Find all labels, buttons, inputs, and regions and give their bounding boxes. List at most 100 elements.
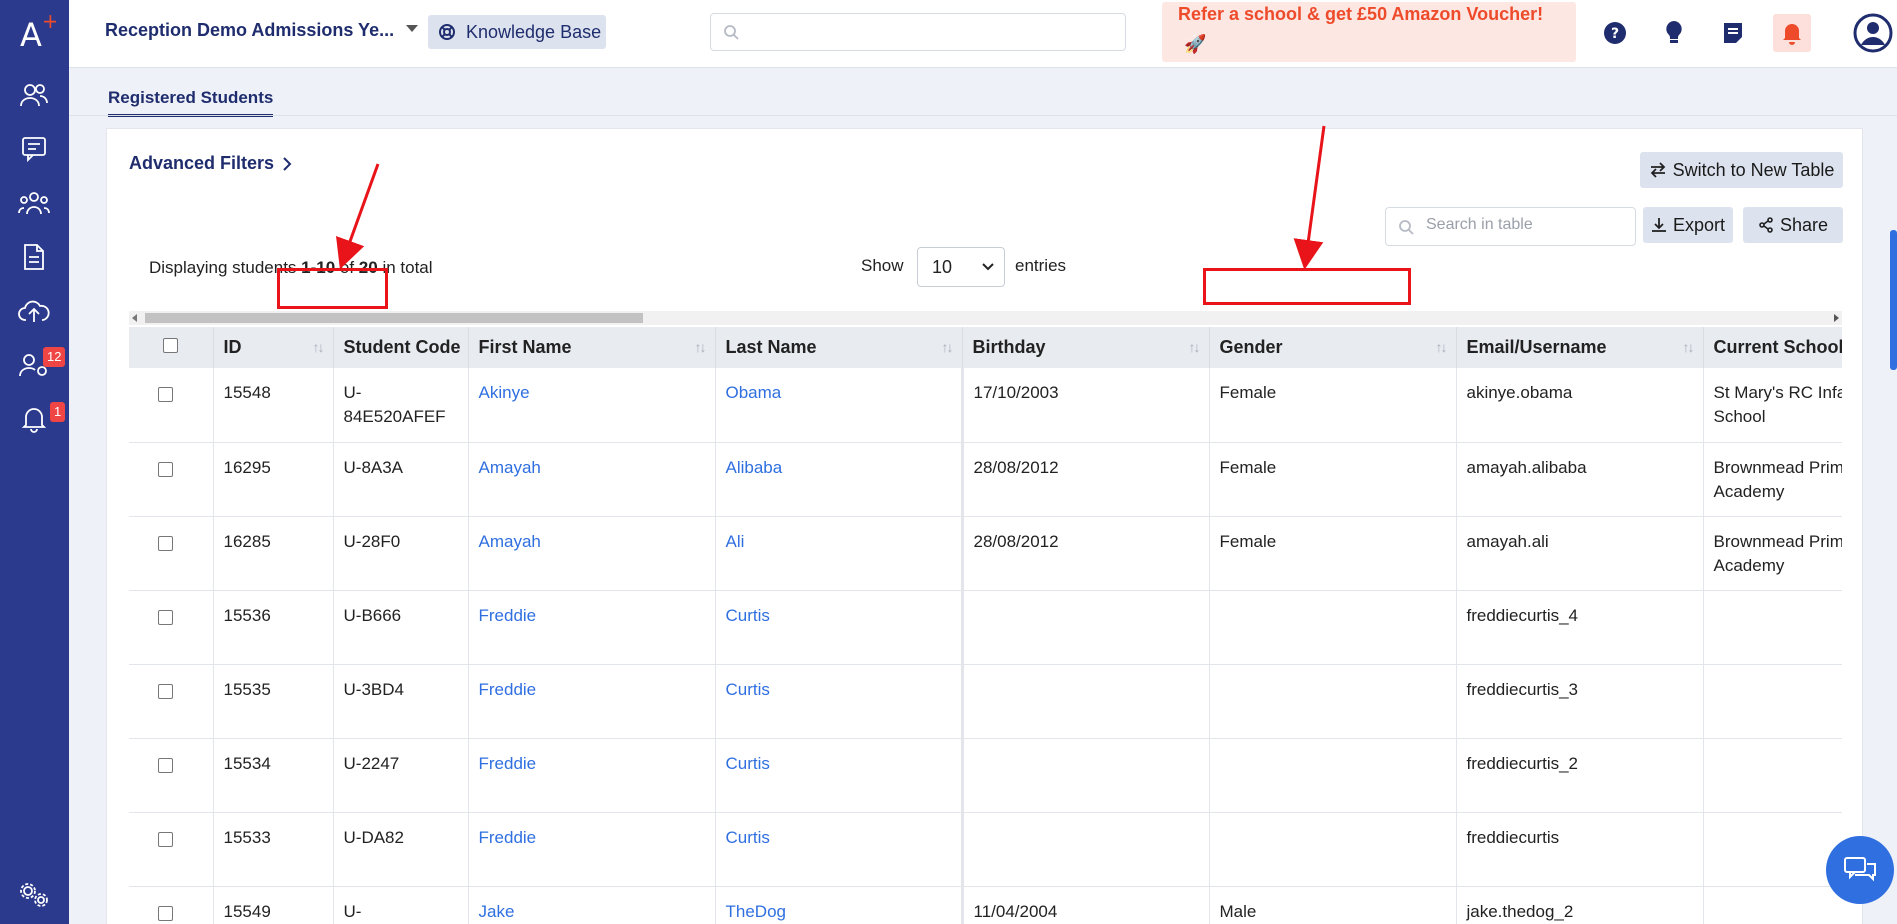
- table-row[interactable]: 15534 U-2247 Freddie Curtis freddiecurtis_2: [129, 738, 1842, 813]
- row-checkbox[interactable]: [158, 461, 174, 477]
- document-icon[interactable]: [17, 240, 51, 274]
- column-header-gender[interactable]: Gender ↑↓: [1209, 327, 1457, 368]
- row-checkbox[interactable]: [158, 905, 174, 921]
- global-search-input[interactable]: [710, 13, 1126, 51]
- cell-last-name[interactable]: TheDog: [715, 886, 963, 924]
- table-search[interactable]: [1385, 207, 1636, 246]
- sort-icon[interactable]: ↑↓: [1436, 339, 1448, 355]
- row-checkbox[interactable]: [158, 683, 174, 699]
- cell-id: 15533: [213, 812, 334, 887]
- referral-banner[interactable]: Refer a school & get £50 Amazon Voucher!…: [1162, 2, 1576, 62]
- user-avatar-icon[interactable]: [1853, 13, 1893, 53]
- row-checkbox[interactable]: [158, 609, 174, 625]
- advanced-filters-toggle[interactable]: Advanced Filters: [129, 153, 292, 174]
- cell-first-name[interactable]: Amayah: [468, 516, 716, 591]
- message-icon[interactable]: [17, 132, 51, 166]
- scroll-right-arrow-icon[interactable]: [1834, 314, 1839, 322]
- sort-icon[interactable]: ↑↓: [942, 339, 954, 355]
- table-row[interactable]: 15548 U-84E520AFEF Akinye Obama 17/10/2003 Fe…: [129, 368, 1842, 443]
- column-header-birthday[interactable]: Birthday ↑↓: [962, 327, 1210, 368]
- app-logo-icon[interactable]: A +: [16, 8, 56, 52]
- chat-support-button[interactable]: [1826, 836, 1894, 904]
- students-table: ID ↑↓ Student Code First Name ↑↓ Last Name…: [129, 327, 1842, 924]
- column-header-id[interactable]: ID ↑↓: [213, 327, 334, 368]
- cell-gender: Female: [1209, 368, 1457, 443]
- bell-icon[interactable]: [17, 402, 51, 436]
- row-select-cell: [129, 516, 214, 591]
- row-checkbox[interactable]: [158, 535, 174, 551]
- table-row[interactable]: 15536 U-B666 Freddie Curtis freddiecurtis_4: [129, 590, 1842, 665]
- table-row[interactable]: 16285 U-28F0 Amayah Ali 28/08/2012 Female amay…: [129, 516, 1842, 591]
- sort-icon[interactable]: ↑↓: [1189, 339, 1201, 355]
- sort-icon[interactable]: ↑↓: [1683, 339, 1695, 355]
- notification-bell-icon[interactable]: [1773, 14, 1811, 52]
- students-card: Advanced Filters Switch to New Table Exp…: [106, 128, 1863, 924]
- column-header-student-code[interactable]: Student Code: [333, 327, 469, 368]
- select-all-checkbox[interactable]: [163, 338, 179, 353]
- cell-student-code: U-84E520AFEF: [333, 368, 469, 443]
- group-icon[interactable]: [17, 186, 51, 220]
- cell-last-name[interactable]: Curtis: [715, 738, 963, 813]
- column-header-email[interactable]: Email/Username ↑↓: [1456, 327, 1704, 368]
- school-selector[interactable]: Reception Demo Admissions Ye...: [105, 20, 394, 41]
- settings-icon[interactable]: [17, 878, 51, 912]
- scroll-left-arrow-icon[interactable]: [132, 314, 137, 322]
- cell-last-name[interactable]: Curtis: [715, 812, 963, 887]
- column-header-last-name[interactable]: Last Name ↑↓: [715, 327, 963, 368]
- cell-first-name[interactable]: Akinye: [468, 368, 716, 443]
- users-icon[interactable]: [17, 78, 51, 112]
- switch-table-button[interactable]: Switch to New Table: [1640, 152, 1843, 188]
- column-header-first-name[interactable]: First Name ↑↓: [468, 327, 716, 368]
- entries-value: 10: [932, 256, 953, 277]
- horizontal-scrollbar[interactable]: [129, 311, 1842, 325]
- cell-first-name[interactable]: Amayah: [468, 442, 716, 517]
- top-header: Reception Demo Admissions Ye... Knowledg…: [69, 0, 1897, 68]
- tab-registered-students[interactable]: Registered Students: [108, 88, 274, 117]
- table-row[interactable]: 15549 U- Jake TheDog 11/04/2004 Male jake.thed…: [129, 886, 1842, 924]
- lightbulb-icon[interactable]: [1655, 14, 1693, 52]
- cell-email: amayah.ali: [1456, 516, 1704, 591]
- cell-first-name[interactable]: Freddie: [468, 738, 716, 813]
- vertical-scroll-indicator[interactable]: [1890, 230, 1897, 370]
- table-search-input[interactable]: [1426, 216, 1626, 234]
- table-row[interactable]: 15533 U-DA82 Freddie Curtis freddiecurtis: [129, 812, 1842, 887]
- notes-icon[interactable]: [1714, 14, 1752, 52]
- chevron-down-icon[interactable]: [406, 25, 418, 32]
- cell-first-name[interactable]: Freddie: [468, 812, 716, 887]
- cell-first-name[interactable]: Freddie: [468, 664, 716, 739]
- row-checkbox[interactable]: [158, 757, 174, 773]
- cell-birthday: [960, 738, 1210, 813]
- chevron-right-icon: [283, 156, 292, 171]
- student-code-highlight: [277, 268, 388, 309]
- cell-email: freddiecurtis_3: [1456, 664, 1704, 739]
- row-select-cell: [129, 590, 214, 665]
- export-button[interactable]: Export: [1643, 207, 1733, 243]
- cell-last-name[interactable]: Curtis: [715, 664, 963, 739]
- share-button[interactable]: Share: [1743, 207, 1843, 243]
- row-select-cell: [129, 368, 214, 443]
- cell-last-name[interactable]: Ali: [715, 516, 963, 591]
- cloud-upload-icon[interactable]: [17, 294, 51, 328]
- entries-select[interactable]: 10: [917, 247, 1005, 287]
- column-header-current-school[interactable]: Current School: [1703, 327, 1842, 368]
- users-badge: 12: [43, 347, 66, 367]
- cell-birthday: [960, 812, 1210, 887]
- cell-first-name[interactable]: Freddie: [468, 590, 716, 665]
- cell-last-name[interactable]: Curtis: [715, 590, 963, 665]
- entries-label: entries: [1015, 256, 1067, 275]
- row-checkbox[interactable]: [158, 831, 174, 847]
- sort-icon[interactable]: ↑↓: [695, 339, 707, 355]
- cell-first-name[interactable]: Jake: [468, 886, 716, 924]
- row-checkbox[interactable]: [158, 387, 174, 402]
- cell-id: 16295: [213, 442, 334, 517]
- cell-last-name[interactable]: Alibaba: [715, 442, 963, 517]
- cell-student-code: U-3BD4: [333, 664, 469, 739]
- table-row[interactable]: 16295 U-8A3A Amayah Alibaba 28/08/2012 Female…: [129, 442, 1842, 517]
- sort-icon[interactable]: ↑↓: [313, 339, 325, 355]
- scrollbar-thumb[interactable]: [145, 313, 643, 323]
- table-row[interactable]: 15535 U-3BD4 Freddie Curtis freddiecurtis_3: [129, 664, 1842, 739]
- cell-gender: [1209, 738, 1457, 813]
- knowledge-base-button[interactable]: Knowledge Base: [428, 15, 606, 49]
- help-icon[interactable]: ?: [1596, 14, 1634, 52]
- cell-last-name[interactable]: Obama: [715, 368, 963, 443]
